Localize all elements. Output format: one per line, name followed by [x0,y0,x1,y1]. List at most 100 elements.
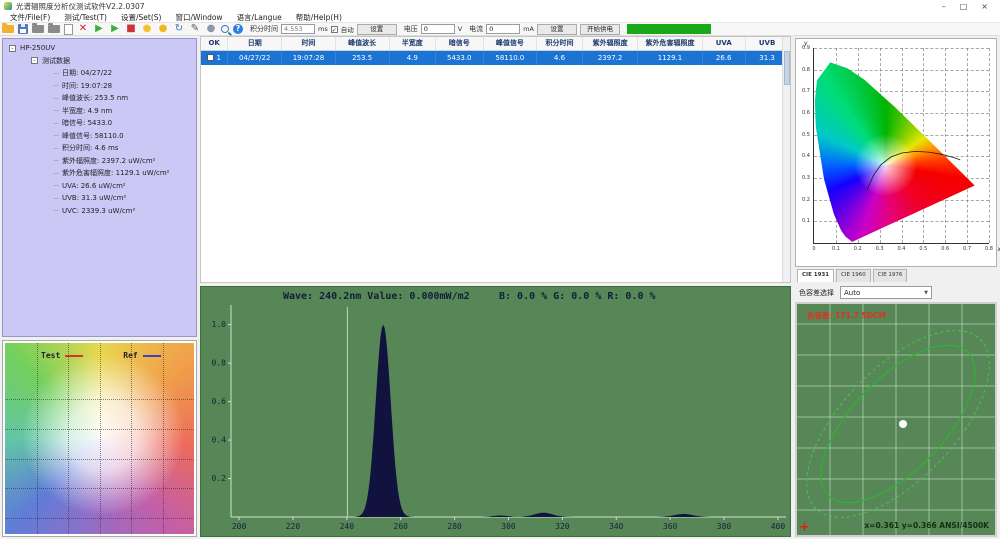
cri-ref-line [142,354,161,357]
network-icon[interactable]: ● [205,24,217,34]
tree-item[interactable]: 积分时间: 4.6 ms [62,143,118,153]
cie-diagram-panel: y x 00.10.20.30.40.50.60.70.80.10.20.30.… [795,38,1000,267]
tree-expand-icon[interactable]: - [31,57,38,65]
table-cell: 31.3 [745,50,783,65]
tree-root-item[interactable]: HP-250UV [20,44,55,52]
voltage-label: 电压 [403,25,418,33]
cri-gridline [99,343,101,534]
tree-item[interactable]: UVC: 2339.3 uW/cm² [62,207,135,215]
table-header-cell[interactable]: 暗信号 [435,37,484,51]
table-cell: 19:07:28 [281,50,336,65]
app-icon [4,2,12,10]
menu-item[interactable]: 帮助/Help(H) [289,12,349,23]
cie-tab-cie-1976[interactable]: CIE 1976 [872,269,908,282]
set-integration-button[interactable]: 设置 [356,23,397,35]
tree-expand-icon[interactable]: - [9,44,16,52]
svg-text:200: 200 [232,522,247,531]
tree-connector: — [53,69,59,77]
cie-tab-cie-1960[interactable]: CIE 1960 [836,269,871,282]
cri-gridline [5,517,194,519]
tree-row: — 暗信号: 5433.0 [7,117,196,130]
table-header-cell[interactable]: UVB [745,37,783,51]
load-data-folder-icon[interactable] [32,23,44,33]
row-checkbox[interactable] [207,54,215,62]
menu-bar: 文件/File(F) 测试/Test(T) 设置/Set(S) 窗口/Window 语言… [0,12,1000,23]
tree-item[interactable]: 日期: 04/27/22 [62,68,112,78]
table-scrollbar[interactable] [782,37,790,282]
chevron-down-icon: ▼ [924,289,928,296]
cie-y-tick-label: 0.1 [802,218,810,225]
table-header-cell[interactable]: 紫外危害辐照度 [637,37,703,51]
spectrum-chart[interactable]: Wave: 240.2nm Value: 0.000mW/m2 B: 0.0 %… [200,286,791,537]
maximize-button[interactable]: □ [960,2,968,11]
integration-time-input[interactable] [281,24,315,34]
save-icon[interactable] [18,24,28,34]
close-button[interactable]: × [981,2,988,11]
svg-text:0.4: 0.4 [212,436,227,445]
save-data-folder-icon[interactable] [48,23,60,33]
table-cell: 2397.2 [582,50,639,65]
tree-item[interactable]: UVB: 31.3 uW/cm² [62,194,126,202]
search-icon[interactable] [221,25,229,33]
cri-color-field: Test Ref [5,343,194,534]
menu-item[interactable]: 窗口/Window [168,12,229,23]
tree-item[interactable]: 紫外危害辐照度: 1129.1 uW/cm² [62,168,170,178]
tree-connector: — [53,207,59,215]
tree-connector: — [53,194,59,202]
menu-item[interactable]: 设置/Set(S) [114,12,168,23]
open-folder-icon[interactable] [2,23,14,33]
tree-group-item[interactable]: 测试数据 [42,56,70,66]
set-power-button[interactable]: 设置 [536,23,577,35]
refresh-icon[interactable]: ↻ [173,24,185,34]
table-row[interactable]: 1 04/27/22 19:07:28 253.5 4.9 5433.0 58110.0 4.… [201,50,783,65]
export-excel-icon[interactable] [64,23,73,35]
tree-item[interactable]: 半宽度: 4.9 nm [62,106,112,116]
tree-row: — 紫外辐照度: 2397.2 uW/cm² [7,155,196,168]
tolerance-selector-dropdown[interactable]: Auto ▼ [840,286,932,299]
start-power-button[interactable]: 开始供电 [579,23,620,35]
run-icon[interactable]: ▶ [93,24,105,34]
menu-item[interactable]: 语言/Langue [230,12,289,23]
lamp-icon[interactable]: ● [141,24,153,34]
table-cell: 5433.0 [435,50,484,65]
help-icon[interactable]: ? [233,24,243,34]
table-header-cell[interactable]: OK [201,37,229,51]
table-header-cell[interactable]: UVA [702,37,746,51]
table-header-cell[interactable]: 峰值信号 [483,37,538,51]
auto-checkbox[interactable]: ✓ [330,25,338,34]
tree-row: — 日期: 04/27/22 [7,67,196,80]
menu-item[interactable]: 文件/File(F) [3,12,57,23]
minimize-button[interactable]: – [942,2,946,11]
lamp-auto-icon[interactable]: ● [157,24,169,34]
voltage-input[interactable] [420,24,455,34]
current-input[interactable] [486,24,521,34]
cie-y-tick-label: 0.3 [802,174,810,181]
menu-item[interactable]: 测试/Test(T) [57,12,114,23]
tree-item[interactable]: 峰值信号: 58110.0 [62,131,124,141]
cie-tab-bar: CIE 1931 CIE 1960 CIE 1976 [795,269,997,282]
tolerance-ellipse-chart[interactable]: 色容差: 171.7 SDCM x=0.361 y=0.366 ANSI/450… [795,302,997,537]
edit-icon[interactable]: ✎ [189,24,201,34]
svg-text:280: 280 [447,522,462,531]
tree-item[interactable]: 紫外辐照度: 2397.2 uW/cm² [62,156,156,166]
tree-item[interactable]: 峰值波长: 253.5 nm [62,93,128,103]
table-header-cell[interactable]: 时间 [281,37,336,51]
table-header-cell[interactable]: 积分时间 [536,37,583,51]
table-header-cell[interactable]: 日期 [227,37,283,51]
table-scrollbar-thumb[interactable] [784,51,790,85]
table-row-select-cell[interactable]: 1 [201,50,229,65]
cri-gridline [162,343,164,534]
table-header-cell[interactable]: 半宽度 [389,37,437,51]
run-continuous-icon[interactable]: ▶ [109,24,121,34]
tree-row: — UVC: 2339.3 uW/cm² [7,205,196,218]
table-header-cell[interactable]: 峰值波长 [335,37,390,51]
tree-item[interactable]: UVA: 26.6 uW/cm² [62,182,126,190]
tree-connector: — [53,132,59,140]
stop-icon[interactable]: ■ [125,24,137,34]
table-cell: 04/27/22 [227,50,283,65]
table-header-cell[interactable]: 紫外辐照度 [582,37,639,51]
tree-item[interactable]: 时间: 19:07:28 [62,81,112,91]
delete-icon[interactable]: ✕ [77,24,89,34]
cie-tab-cie-1931[interactable]: CIE 1931 [797,269,835,282]
tree-item[interactable]: 暗信号: 5433.0 [62,118,112,128]
